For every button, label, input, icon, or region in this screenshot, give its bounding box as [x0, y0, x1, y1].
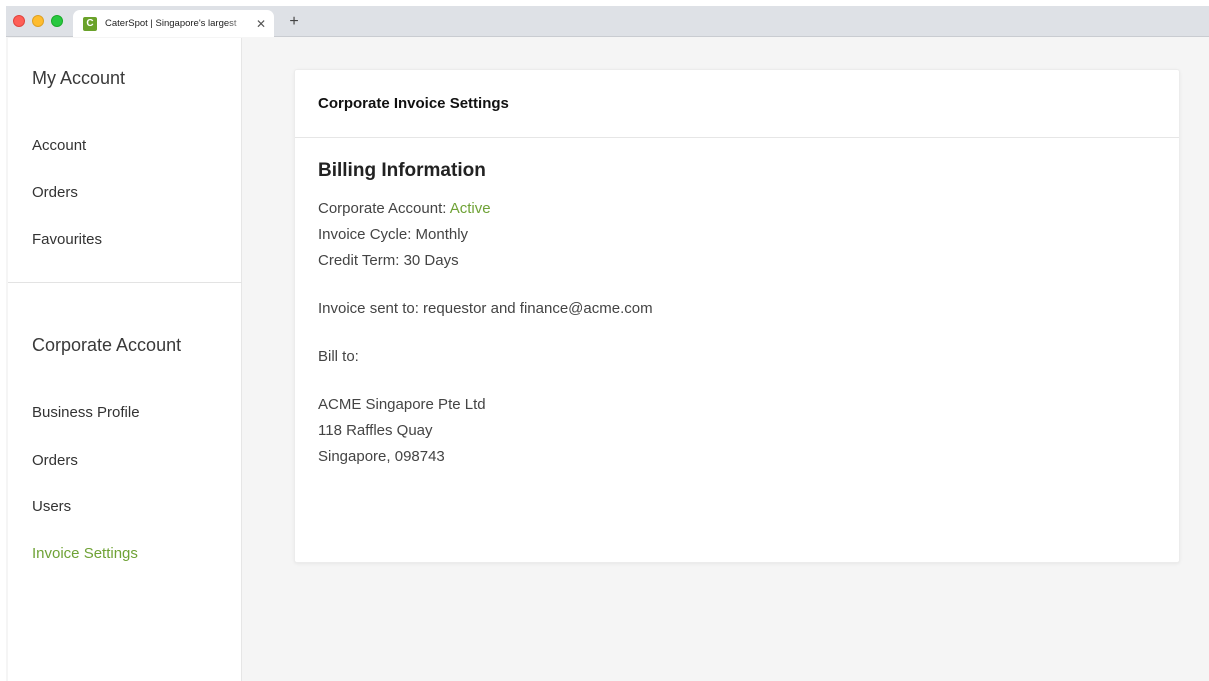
sidebar-item-users[interactable]: Users — [32, 498, 71, 515]
status-badge: Active — [449, 200, 491, 217]
sidebar-item-invoice-settings[interactable]: Invoice Settings — [32, 545, 138, 562]
card-header: Corporate Invoice Settings — [295, 70, 1179, 138]
invoice-sent-to: Invoice sent to: requestor and finance@a… — [318, 300, 653, 317]
address-line: ACME Singapore Pte Ltd — [318, 396, 486, 413]
sidebar-item-favourites[interactable]: Favourites — [32, 231, 102, 248]
invoice-cycle: Invoice Cycle: Monthly — [318, 226, 469, 243]
browser-tab[interactable]: C CaterSpot | Singapore's largest ✕ — [73, 10, 274, 37]
corporate-account-label: Corporate Account: — [318, 200, 450, 217]
new-tab-button[interactable]: + — [285, 13, 303, 31]
maximize-window-icon[interactable] — [51, 15, 63, 27]
card-title: Corporate Invoice Settings — [318, 95, 509, 112]
browser-tab-bar: C CaterSpot | Singapore's largest ✕ + — [6, 6, 1209, 37]
sidebar-item-orders[interactable]: Orders — [32, 184, 78, 201]
sidebar-item-business-profile[interactable]: Business Profile — [32, 404, 140, 421]
tab-title: CaterSpot | Singapore's largest — [105, 18, 237, 29]
sidebar: My Account Account Orders Favourites Cor… — [8, 38, 242, 681]
sidebar-divider — [8, 282, 242, 283]
bill-to-label: Bill to: — [318, 348, 359, 365]
corporate-account-line: Corporate Account: Active — [318, 196, 1156, 222]
address-line: 118 Raffles Quay — [318, 422, 433, 439]
section-title: Billing Information — [318, 160, 486, 181]
invoice-settings-card: Corporate Invoice Settings Billing Infor… — [294, 69, 1180, 563]
billing-information: Billing Information Corporate Account: A… — [295, 138, 1179, 490]
address-line: Singapore, 098743 — [318, 448, 445, 465]
tab-close-icon[interactable]: ✕ — [256, 17, 266, 31]
close-window-icon[interactable] — [13, 15, 25, 27]
caterspot-favicon-icon: C — [83, 16, 97, 31]
corporate-account-heading: Corporate Account — [32, 335, 182, 355]
sidebar-item-corporate-orders[interactable]: Orders — [32, 452, 78, 469]
sidebar-item-account[interactable]: Account — [32, 137, 86, 154]
credit-term: Credit Term: 30 Days — [318, 252, 459, 269]
minimize-window-icon[interactable] — [32, 15, 44, 27]
browser-window: C CaterSpot | Singapore's largest ✕ + My… — [6, 6, 1209, 681]
my-account-heading: My Account — [32, 68, 126, 88]
